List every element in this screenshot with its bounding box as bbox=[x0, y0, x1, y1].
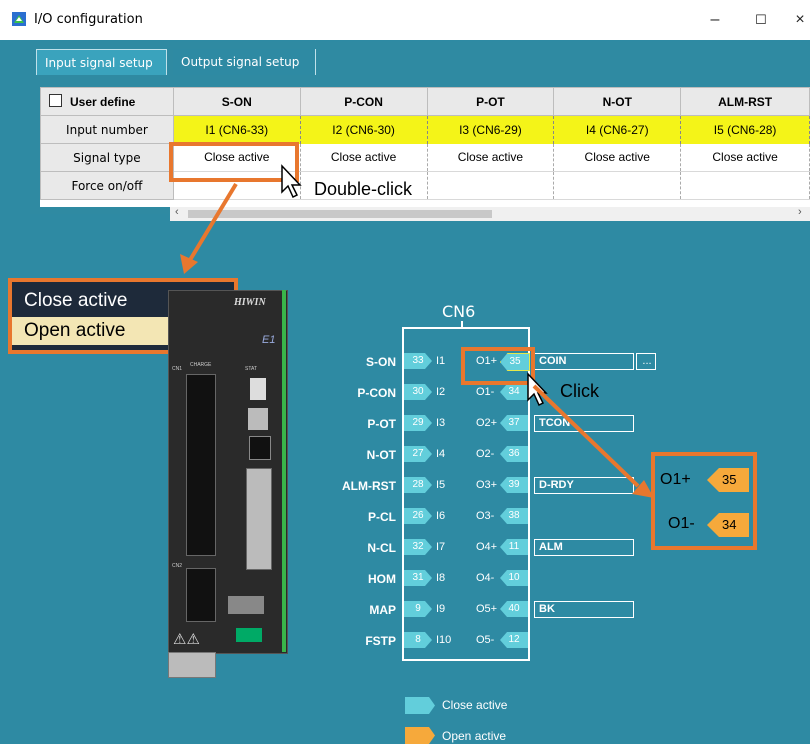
cn6-connector-image bbox=[246, 468, 272, 570]
legend-close-label: Close active bbox=[442, 698, 508, 712]
drive-port bbox=[228, 596, 264, 614]
zoom-pin-35-label: 35 bbox=[722, 472, 737, 487]
zoom-o1-minus-label: O1- bbox=[668, 515, 695, 532]
column-header: ALM-RST bbox=[680, 87, 810, 116]
input-signal-label: FSTP bbox=[365, 634, 396, 648]
row-label-signal-type: Signal type bbox=[40, 143, 174, 172]
input-number-cell[interactable]: I2 (CN6-30) bbox=[300, 115, 428, 144]
column-header: S-ON bbox=[172, 87, 301, 116]
column-header: N-OT bbox=[553, 87, 682, 116]
drive-sticker bbox=[236, 628, 262, 642]
output-signal-field[interactable]: COIN bbox=[534, 353, 634, 370]
minimize-button[interactable]: – bbox=[700, 8, 730, 32]
input-number-cell[interactable]: I4 (CN6-27) bbox=[553, 115, 682, 144]
force-cell[interactable] bbox=[427, 171, 555, 200]
drive-model-label: E1 bbox=[262, 334, 276, 346]
drive-port bbox=[248, 408, 268, 430]
row-label-force: Force on/off bbox=[40, 171, 174, 200]
input-number-cell[interactable]: I5 (CN6-28) bbox=[680, 115, 810, 144]
input-io-label: I5 bbox=[436, 479, 446, 491]
user-define-checkbox[interactable] bbox=[49, 94, 62, 107]
drive-charge-label: CHARGE bbox=[190, 362, 212, 368]
signal-type-cell[interactable]: Close active bbox=[427, 143, 555, 172]
scroll-right-icon[interactable]: › bbox=[798, 206, 802, 218]
drive-port bbox=[250, 378, 266, 400]
legend-close-swatch bbox=[405, 697, 435, 714]
input-signal-label: N-CL bbox=[367, 541, 396, 555]
close-button[interactable]: × bbox=[790, 8, 810, 32]
cn1-terminal-block bbox=[186, 374, 216, 556]
window-title: I/O configuration bbox=[34, 12, 143, 27]
input-signal-label: P-CON bbox=[357, 386, 396, 400]
input-signal-label: P-OT bbox=[367, 417, 396, 431]
tab-input-signal-setup[interactable]: Input signal setup bbox=[36, 49, 167, 75]
zoom-pin-34-label: 34 bbox=[722, 517, 737, 532]
row-label-input-number: Input number bbox=[40, 115, 174, 144]
output-io-label: O4- bbox=[476, 572, 495, 584]
force-cell[interactable] bbox=[680, 171, 810, 200]
legend-open-label: Open active bbox=[442, 729, 507, 743]
output-io-label: O1- bbox=[476, 386, 495, 398]
input-signal-label: N-OT bbox=[366, 448, 396, 462]
input-io-label: I10 bbox=[436, 634, 452, 646]
input-io-label: I7 bbox=[436, 541, 446, 553]
input-signal-label: P-CL bbox=[368, 510, 396, 524]
drive-stat-label: STAT bbox=[245, 366, 258, 372]
output-io-label: O5+ bbox=[476, 603, 498, 615]
tab-output-signal-setup[interactable]: Output signal setup bbox=[173, 49, 316, 75]
maximize-button[interactable]: ☐ bbox=[746, 8, 776, 32]
input-io-label: I8 bbox=[436, 572, 446, 584]
input-signal-label: S-ON bbox=[366, 355, 396, 369]
output-more-button[interactable]: ... bbox=[636, 353, 656, 370]
output-signal-field[interactable]: ALM bbox=[534, 539, 634, 556]
signal-table: User define S-ON P-CON P-OT N-OT ALM-RST… bbox=[40, 87, 810, 200]
input-io-label: I4 bbox=[436, 448, 446, 460]
cursor-icon bbox=[281, 164, 302, 199]
double-click-label: Double-click bbox=[314, 179, 413, 199]
app-icon bbox=[12, 12, 26, 26]
input-number-cell[interactable]: I1 (CN6-33) bbox=[173, 115, 301, 144]
input-io-label: I9 bbox=[436, 603, 446, 615]
column-header: P-OT bbox=[426, 87, 555, 116]
drive-ground-terminal bbox=[168, 652, 216, 678]
cn2-terminal-block bbox=[186, 568, 216, 622]
output-io-label: O2- bbox=[476, 448, 495, 460]
output-signal-field[interactable]: BK bbox=[534, 601, 634, 618]
drive-cn2-label: CN2 bbox=[172, 563, 183, 569]
output-io-label: O2+ bbox=[476, 417, 498, 429]
user-define-label: User define bbox=[70, 95, 136, 109]
warning-icon: ⚠⚠ bbox=[173, 631, 200, 648]
legend-open-swatch bbox=[405, 727, 435, 744]
signal-type-cell[interactable]: Close active bbox=[680, 143, 810, 172]
output-io-label: O3- bbox=[476, 510, 495, 522]
user-define-header[interactable]: User define bbox=[40, 87, 174, 116]
drive-brand-logo: HIWIN bbox=[234, 297, 266, 308]
input-io-label: I1 bbox=[436, 355, 446, 367]
output-io-label: O5- bbox=[476, 634, 495, 646]
signal-type-cell[interactable]: Close active bbox=[553, 143, 682, 172]
arrow-to-zoom-icon bbox=[532, 384, 654, 498]
signal-type-cell[interactable]: Close active bbox=[300, 143, 428, 172]
input-io-label: I3 bbox=[436, 417, 446, 429]
zoom-o1-plus-label: O1+ bbox=[660, 471, 691, 488]
output-io-label: O3+ bbox=[476, 479, 498, 491]
output-io-label: O4+ bbox=[476, 541, 498, 553]
arrow-to-popup-icon bbox=[180, 182, 238, 274]
drive-green-strip bbox=[282, 290, 286, 652]
force-cell[interactable] bbox=[553, 171, 682, 200]
input-signal-label: ALM-RST bbox=[342, 479, 396, 493]
input-number-cell[interactable]: I3 (CN6-29) bbox=[427, 115, 555, 144]
input-signal-label: MAP bbox=[369, 603, 396, 617]
input-signal-label: HOM bbox=[368, 572, 396, 586]
column-header: P-CON bbox=[299, 87, 428, 116]
drive-port bbox=[249, 436, 271, 460]
input-io-label: I6 bbox=[436, 510, 446, 522]
pin-35-highlight bbox=[461, 347, 535, 385]
input-io-label: I2 bbox=[436, 386, 446, 398]
drive-cn1-label: CN1 bbox=[172, 366, 183, 372]
cn6-title: CN6 bbox=[442, 302, 476, 321]
